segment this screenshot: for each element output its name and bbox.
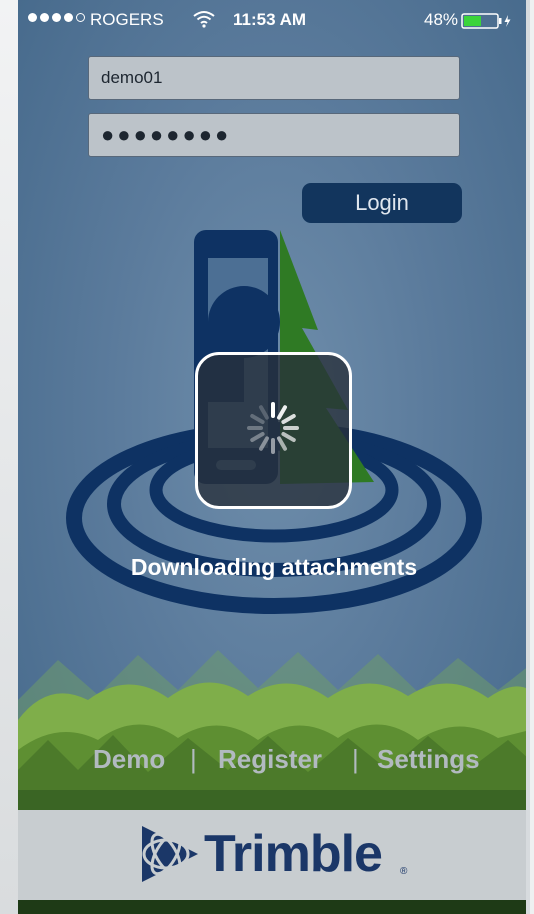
brand-bar: Trimble ® xyxy=(18,810,530,900)
carrier-name: ROGERS xyxy=(90,10,164,29)
signal-icon xyxy=(28,13,85,22)
loading-message: Downloading attachments xyxy=(130,554,418,580)
battery-percent: 48% xyxy=(424,10,459,29)
trimble-globe-icon xyxy=(142,826,198,882)
status-bar: ROGERS 11:53 AM 48% xyxy=(18,0,530,44)
password-value: ●●●●●●●● xyxy=(101,122,232,147)
registered-mark: ® xyxy=(400,866,408,877)
footer-links: Demo | Register | Settings xyxy=(18,744,530,784)
link-separator: | xyxy=(190,744,197,774)
window-right-edge xyxy=(526,0,530,914)
login-button[interactable]: Login xyxy=(302,183,462,223)
username-value: demo01 xyxy=(101,68,163,87)
register-link[interactable]: Register xyxy=(218,744,322,775)
spinner-icon xyxy=(247,402,299,454)
clock: 11:53 AM xyxy=(233,10,307,29)
battery-icon xyxy=(461,13,513,34)
bottom-edge xyxy=(18,900,530,914)
brand-name: Trimble xyxy=(204,825,383,883)
username-field[interactable]: demo01 xyxy=(88,56,460,100)
window-left-edge xyxy=(0,0,18,914)
wifi-icon xyxy=(193,10,215,33)
demo-link[interactable]: Demo xyxy=(93,744,165,775)
charging-icon xyxy=(504,15,511,27)
password-field[interactable]: ●●●●●●●● xyxy=(88,113,460,157)
settings-link[interactable]: Settings xyxy=(377,744,480,775)
link-separator: | xyxy=(352,744,359,774)
forest-illustration xyxy=(18,650,530,812)
app-screen: ROGERS 11:53 AM 48% demo01 ●●●●●●●● Logi… xyxy=(18,0,530,914)
